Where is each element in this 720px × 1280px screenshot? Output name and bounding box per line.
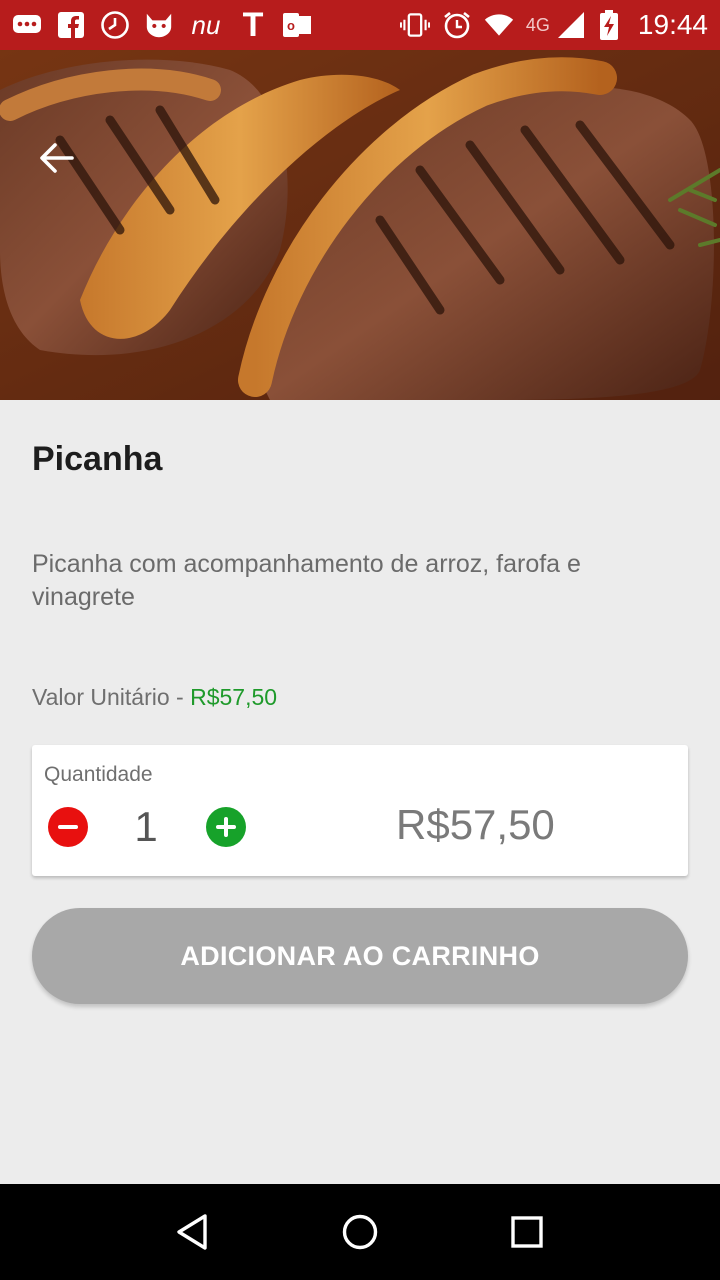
square-recents-icon xyxy=(510,1216,543,1248)
increase-quantity-button[interactable] xyxy=(206,807,246,847)
signal-icon xyxy=(556,10,586,40)
navigation-bar xyxy=(0,1184,720,1280)
triangle-back-icon xyxy=(177,1214,208,1250)
wifi-icon xyxy=(484,10,514,40)
facebook-icon xyxy=(56,10,86,40)
nav-back-button[interactable] xyxy=(163,1202,223,1262)
plus-icon xyxy=(216,817,236,837)
quantity-card: Quantidade 1 R$57,50 xyxy=(32,745,688,876)
product-description: Picanha com acompanhamento de arroz, far… xyxy=(32,550,581,611)
quantity-label: Quantidade xyxy=(44,763,153,786)
arrow-left-icon xyxy=(40,143,74,173)
network-type: 4G xyxy=(525,14,550,35)
battery-charging-icon xyxy=(598,10,620,40)
notification-icons: nu T o xyxy=(12,5,312,44)
unit-price: Valor Unitário - R$57,50 xyxy=(32,684,277,711)
vibrate-icon xyxy=(399,10,430,40)
product-image xyxy=(0,50,720,400)
clock-icon xyxy=(100,10,130,40)
outlook-icon: o xyxy=(282,10,312,40)
picanha-photo xyxy=(0,50,720,400)
t-icon: T xyxy=(242,5,264,44)
quantity-value: 1 xyxy=(134,803,158,850)
nav-home-button[interactable] xyxy=(330,1202,390,1262)
nav-recents-button[interactable] xyxy=(497,1202,557,1262)
nu-icon: nu xyxy=(191,9,221,40)
circle-home-icon xyxy=(342,1214,378,1250)
alarm-icon xyxy=(442,10,472,40)
system-icons: 4G 19:44 xyxy=(399,9,708,41)
cat-icon xyxy=(144,10,174,40)
back-button[interactable] xyxy=(34,136,78,180)
svg-text:o: o xyxy=(287,18,295,33)
message-icon xyxy=(12,10,42,40)
clock-time: 19:44 xyxy=(637,9,708,40)
decrease-quantity-button[interactable] xyxy=(48,807,88,847)
unit-price-label: Valor Unitário - xyxy=(32,684,191,710)
total-price: R$57,50 xyxy=(396,801,555,848)
add-to-cart-button[interactable]: ADICIONAR AO CARRINHO xyxy=(32,908,688,1004)
unit-price-value: R$57,50 xyxy=(190,684,278,710)
minus-icon xyxy=(58,825,78,829)
status-bar: nu T o 4G 19:44 xyxy=(0,0,720,50)
product-title: Picanha xyxy=(32,440,163,478)
